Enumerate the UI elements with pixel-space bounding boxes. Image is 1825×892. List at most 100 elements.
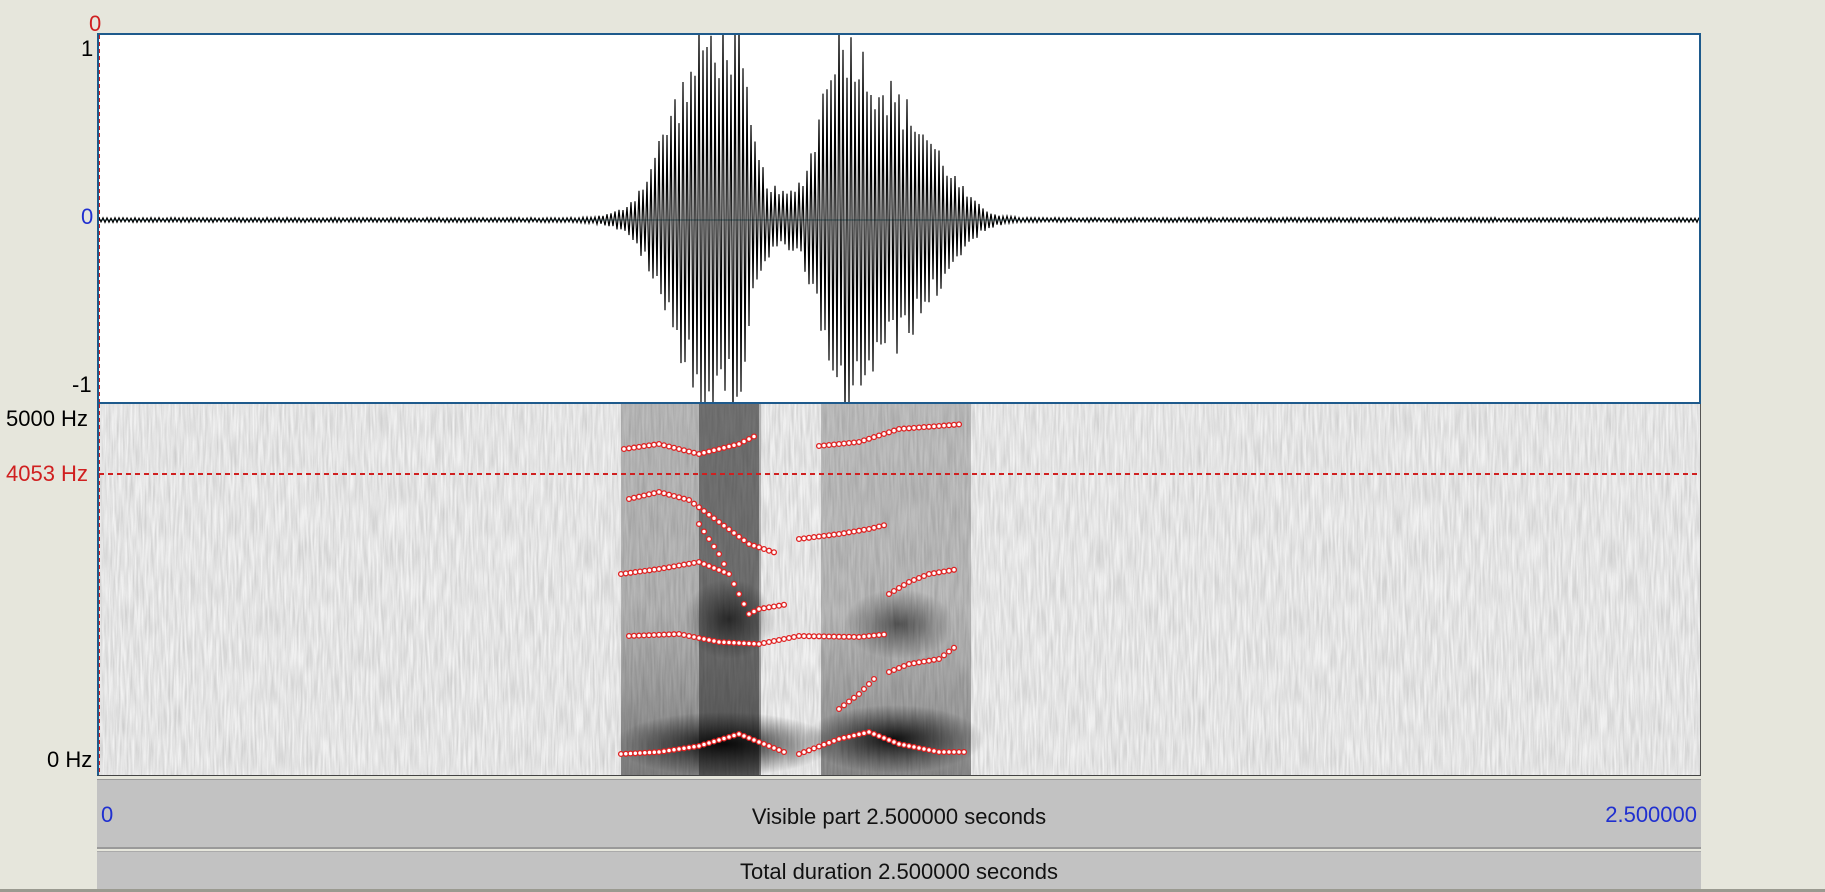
formant-point (920, 424, 928, 431)
formant-point (955, 748, 963, 756)
formant-point (617, 570, 625, 578)
formant-point (870, 434, 878, 441)
formant-point (715, 736, 723, 744)
waveform-panel[interactable] (97, 33, 1701, 404)
formant-point (910, 424, 918, 431)
formant-point (695, 742, 703, 750)
formant-point (865, 525, 873, 533)
formant-point (635, 493, 643, 500)
formant-point (920, 572, 928, 580)
formant-point (850, 528, 858, 535)
formant-point (710, 564, 718, 572)
formant-point (770, 744, 778, 752)
formant-point (770, 549, 778, 556)
formant-point (651, 566, 658, 573)
formant-point (690, 500, 698, 507)
formant-point (915, 659, 923, 666)
formant-point (680, 447, 688, 454)
formant-point (695, 558, 703, 566)
formant-point (900, 425, 908, 432)
formant-point (685, 496, 693, 504)
formant-point (635, 443, 643, 450)
formant-point (750, 542, 758, 549)
formant-point (855, 731, 863, 738)
formant-point (930, 423, 938, 430)
formant-point (775, 602, 783, 609)
formant-point (640, 632, 648, 639)
formant-point (870, 632, 878, 639)
formant-point (835, 735, 843, 743)
formant-point (845, 633, 853, 640)
formant-point (930, 747, 938, 755)
formant-point (885, 668, 893, 676)
spectrogram-plot (99, 404, 1700, 775)
formant-point (935, 422, 943, 430)
formant-point (665, 564, 673, 571)
formant-point (830, 737, 838, 744)
total-duration-bar[interactable]: Total duration 2.500000 seconds (97, 851, 1701, 889)
formant-point (935, 569, 943, 576)
formant-point (710, 738, 718, 745)
formant-point (690, 449, 698, 456)
formant-point (665, 491, 673, 498)
formant-point (940, 568, 948, 575)
formant-point (860, 730, 868, 737)
formant-point (795, 535, 803, 543)
formant-point (855, 527, 863, 534)
formant-point (865, 632, 873, 640)
formant-point (695, 450, 703, 458)
formant-point (740, 438, 748, 445)
formant-point (840, 530, 848, 537)
formant-point (695, 504, 703, 511)
formant-point (670, 631, 678, 638)
formant-point (850, 694, 858, 701)
formant-point (825, 532, 833, 539)
formant-point (840, 440, 848, 447)
formant-point (930, 656, 938, 663)
formant-point (750, 640, 758, 647)
formant-point (925, 570, 933, 578)
formant-point (825, 441, 833, 449)
formant-point (740, 537, 748, 544)
sound-editor: 0 1 0 -1 5000 Hz 4053 Hz 0 Hz 0 Visible … (0, 0, 1825, 892)
formant-point (810, 633, 818, 640)
formant-point (700, 507, 708, 515)
formant-point (875, 631, 883, 639)
formant-point (945, 748, 953, 756)
formant-point (700, 560, 708, 568)
formant-point (920, 658, 928, 665)
formant-point (620, 445, 628, 453)
formant-point (655, 748, 663, 756)
formant-point (845, 698, 853, 705)
formant-point (725, 526, 733, 533)
formant-point (715, 566, 723, 574)
formant-point (880, 522, 888, 529)
formant-point (690, 633, 698, 641)
formant-point (630, 444, 638, 451)
formant-point (735, 533, 743, 540)
formant-point (640, 443, 648, 450)
formant-point (785, 634, 793, 642)
formant-point (650, 490, 658, 497)
formant-point (900, 662, 908, 670)
formant-point (825, 633, 833, 640)
formant-point (935, 655, 943, 663)
formant-point (665, 747, 673, 754)
formant-point (660, 565, 668, 572)
waveform-y-top-label: 1 (81, 36, 94, 61)
formant-point (800, 633, 808, 640)
formant-point (860, 685, 868, 693)
formant-point (885, 590, 893, 598)
formant-point (640, 492, 648, 499)
visible-part-bar[interactable]: 0 Visible part 2.500000 seconds 2.500000 (97, 779, 1701, 849)
formant-point (905, 742, 913, 750)
formant-point (725, 733, 733, 741)
formant-point (622, 570, 629, 577)
formant-point (710, 515, 718, 522)
formant-point (646, 567, 653, 574)
formant-point (910, 576, 918, 584)
formant-point (655, 488, 663, 496)
formant-point (627, 569, 634, 576)
formant-point (890, 587, 898, 595)
spectrogram-panel[interactable] (97, 404, 1701, 776)
